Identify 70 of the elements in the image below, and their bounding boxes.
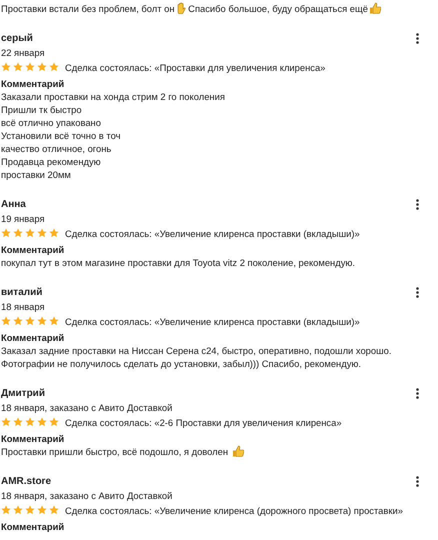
star-icon xyxy=(25,62,35,72)
star-icon xyxy=(49,316,59,326)
comment-label: Комментарий xyxy=(1,331,66,344)
star-icon xyxy=(49,228,59,238)
more-icon xyxy=(416,388,419,399)
author-name: Дмитрий xyxy=(1,388,45,399)
review-date: 19 января xyxy=(1,212,46,225)
more-icon xyxy=(416,33,419,44)
star-icon xyxy=(1,228,11,238)
author-name: серый xyxy=(1,33,33,44)
more-icon xyxy=(416,199,419,210)
more-menu-button[interactable] xyxy=(414,33,421,44)
comment-text: Установили всё точно в точ xyxy=(1,129,122,142)
comment-label: Комментарий xyxy=(1,520,66,533)
deal-status: Сделка состоялась: «Проставки для увеличения клиренса» xyxy=(65,62,326,72)
comment-text: Фотографии не получилось сделать до установки, забыл))) Спасибо, рекомендую. xyxy=(1,357,362,370)
comment-text: Продавца рекомендую xyxy=(1,155,102,168)
star-icon xyxy=(13,62,23,72)
author-name: AMR.store xyxy=(1,476,52,487)
review-date: 18 января, заказано с Авито Доставкой xyxy=(1,401,174,414)
star-icon xyxy=(37,505,47,515)
star-icon xyxy=(25,228,35,238)
thumbs-up-icon xyxy=(232,445,244,457)
review-date: 18 января, заказано с Авито Доставкой xyxy=(1,489,174,502)
more-menu-button[interactable] xyxy=(414,388,421,399)
star-icon xyxy=(1,316,11,326)
deal-status: Сделка состоялась: «Увеличение клиренса проставки (вкладыши)» xyxy=(65,316,360,326)
deal-status: Сделка состоялась: «Увеличение клиренса (дорожного просвета) проставки» xyxy=(65,504,403,516)
star-icon xyxy=(13,316,23,326)
star-icon xyxy=(13,228,23,238)
star-icon xyxy=(37,417,47,427)
comment-label: Комментарий xyxy=(1,432,66,445)
comment-text: Заказали проставки на хонда стрим 2 го поколения xyxy=(1,90,226,103)
thumbs-up-icon xyxy=(368,2,381,14)
comment-text: проставки 20мм xyxy=(1,168,72,181)
star-icon xyxy=(49,62,59,72)
star-icon xyxy=(25,316,35,326)
star-icon xyxy=(37,316,47,326)
hand-icon xyxy=(176,2,186,14)
star-icon xyxy=(49,505,59,515)
comment-text: Проставки встали без проблем, болт он Спасибо большое, буду обращаться ещё xyxy=(1,2,438,15)
more-icon xyxy=(416,476,419,487)
more-icon xyxy=(416,287,419,298)
comment-text: качество отличное, огонь xyxy=(1,142,112,155)
comment-label: Комментарий xyxy=(1,243,66,256)
star-icon xyxy=(1,417,11,427)
comment-text: Пришли тк быстро xyxy=(1,103,83,116)
star-icon xyxy=(25,505,35,515)
star-icon xyxy=(13,417,23,427)
star-icon xyxy=(1,505,11,515)
star-icon xyxy=(1,62,11,72)
comment-text: покупал тут в этом магазине проставки для Toyota vitz 2 поколение, рекомендую. xyxy=(1,256,356,269)
star-icon xyxy=(13,505,23,515)
star-icon xyxy=(37,228,47,238)
comment-text: Проставки пришли быстро, всё подошло, я доволен xyxy=(1,445,438,458)
more-menu-button[interactable] xyxy=(414,199,421,210)
author-name: виталий xyxy=(1,287,42,298)
comment-text: всё отлично упаковано xyxy=(1,116,102,129)
comment-text: Заказал задние проставки на Ниссан Серена с24, быстро, оперативно, подошли хорошо. xyxy=(1,344,392,357)
star-icon xyxy=(37,62,47,72)
author-name: Анна xyxy=(1,199,26,210)
more-menu-button[interactable] xyxy=(414,476,421,487)
more-menu-button[interactable] xyxy=(414,287,421,298)
comment-label: Комментарий xyxy=(1,77,66,90)
star-icon xyxy=(25,417,35,427)
review-date: 18 января xyxy=(1,300,46,313)
deal-status: Сделка состоялась: «2-6 Проставки для увеличения клиренса» xyxy=(65,416,342,428)
review-date: 22 января xyxy=(1,46,46,59)
deal-status: Сделка состоялась: «Увеличение клиренса проставки (вкладыши)» xyxy=(65,228,360,238)
star-icon xyxy=(49,417,59,427)
